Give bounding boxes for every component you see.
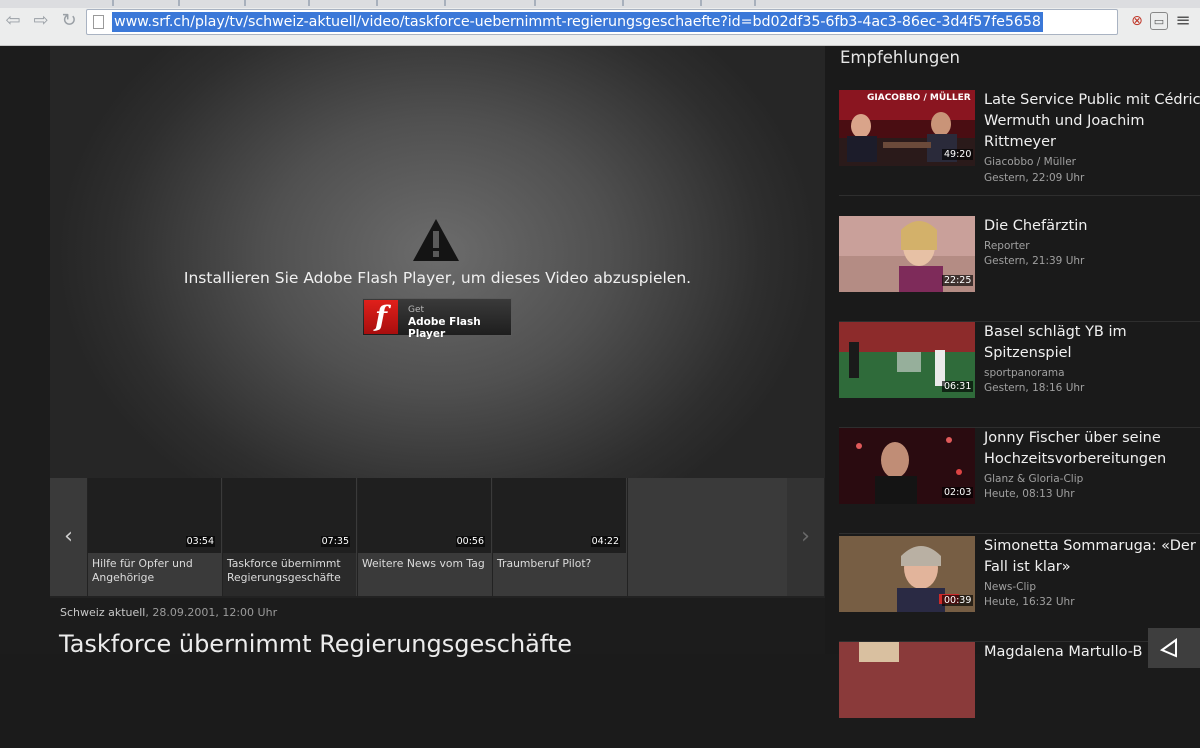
- video-date: , 28.09.2001, 12:00 Uhr: [145, 606, 278, 619]
- recommendation-title: Basel schlägt YB im Spitzenspiel: [984, 322, 1200, 364]
- recommendation-item[interactable]: Magdalena Martullo-B: [839, 642, 1200, 748]
- duration-badge: 00:56: [455, 536, 485, 547]
- duration-badge: 22:25: [942, 275, 974, 286]
- title-line: Basel schlägt YB im: [984, 324, 1127, 340]
- flash-get-label: Get: [408, 305, 425, 315]
- carousel-item-title: Traumberuf Pilot?: [493, 553, 626, 596]
- duration-badge: 49:20: [942, 149, 974, 160]
- recommendation-time: Gestern, 21:39 Uhr: [984, 255, 1085, 267]
- extension-icon[interactable]: ▭: [1150, 12, 1168, 30]
- tab-edge[interactable]: [244, 0, 246, 6]
- title-line: Late Service Public mit Cédric: [984, 92, 1200, 108]
- title-line: Hochzeitsvorbereitungen: [984, 451, 1167, 467]
- warning-icon: [413, 219, 459, 261]
- title-line: Die Chefärztin: [984, 218, 1088, 234]
- address-bar[interactable]: www.srf.ch/play/tv/schweiz-aktuell/video…: [86, 9, 1118, 35]
- flash-name-label: Adobe Flash Player: [408, 316, 481, 340]
- flash-logo-icon: f: [364, 300, 398, 334]
- video-meta: Schweiz aktuell, 28.09.2001, 12:00 Uhr: [60, 606, 277, 619]
- carousel-next-button[interactable]: ›: [787, 478, 824, 596]
- recommendation-item[interactable]: 00:39 Simonetta Sommaruga: «Der Fall ist…: [839, 536, 1200, 642]
- carousel-item[interactable]: 04:22 Traumberuf Pilot?: [493, 478, 627, 596]
- duration-badge: 00:39: [942, 595, 974, 606]
- reload-icon[interactable]: ↻: [58, 10, 80, 32]
- tab-edge[interactable]: [622, 0, 624, 6]
- get-flash-button[interactable]: f Get Adobe Flash Player: [362, 298, 512, 340]
- recommendation-title: Late Service Public mit Cédric Wermuth u…: [984, 90, 1200, 153]
- duration-badge: 02:03: [942, 487, 974, 498]
- recommendations-sidebar: Empfehlungen GIACOBBO / MÜLLER 49:20 Lat: [825, 46, 1200, 718]
- thumb-overlay-text: GIACOBBO / MÜLLER: [867, 93, 971, 103]
- share-button[interactable]: [1148, 628, 1200, 668]
- recommendation-show: Glanz & Gloria-Clip: [984, 473, 1084, 485]
- tab-edge[interactable]: [376, 0, 378, 6]
- title-line: Jonny Fischer über seine: [984, 430, 1161, 446]
- recommendation-item[interactable]: 06:31 Basel schlägt YB im Spitzenspiel s…: [839, 322, 1200, 428]
- page: Installieren Sie Adobe Flash Player, um …: [0, 46, 1200, 718]
- carousel-item[interactable]: 03:54 Hilfe für Opfer und Angehörige: [88, 478, 222, 596]
- recommendation-show: sportpanorama: [984, 367, 1065, 379]
- recommendation-show: News-Clip: [984, 581, 1036, 593]
- back-icon[interactable]: ⇦: [2, 10, 24, 32]
- carousel-item[interactable]: 00:56 Weitere News vom Tag: [358, 478, 492, 596]
- carousel-prev-button[interactable]: ‹: [50, 478, 87, 596]
- recommendation-item[interactable]: 02:03 Jonny Fischer über seine Hochzeits…: [839, 428, 1200, 534]
- recommendation-thumb: [839, 642, 975, 718]
- sidebar-heading: Empfehlungen: [840, 48, 960, 67]
- recommendation-title: Jonny Fischer über seine Hochzeitsvorber…: [984, 428, 1200, 470]
- title-line: Simonetta Sommaruga: «Der: [984, 538, 1196, 554]
- share-icon: [1159, 638, 1177, 658]
- recommendation-time: Gestern, 22:09 Uhr: [984, 172, 1085, 184]
- related-carousel: ‹ 03:54 Hilfe für Opfer und Angehörige 0…: [50, 478, 825, 598]
- url-text[interactable]: www.srf.ch/play/tv/schweiz-aktuell/video…: [112, 12, 1043, 32]
- recommendation-show: Reporter: [984, 240, 1030, 252]
- title-line: Fall ist klar»: [984, 559, 1071, 575]
- tab-edge[interactable]: [534, 0, 536, 6]
- carousel-item-active[interactable]: 07:35 Taskforce übernimmt Regierungsgesc…: [223, 478, 357, 596]
- show-link[interactable]: Schweiz aktuell: [60, 606, 145, 619]
- recommendation-time: Heute, 08:13 Uhr: [984, 488, 1075, 500]
- recommendation-time: Heute, 16:32 Uhr: [984, 596, 1075, 608]
- video-player[interactable]: Installieren Sie Adobe Flash Player, um …: [50, 46, 825, 478]
- flash-message: Installieren Sie Adobe Flash Player, um …: [183, 269, 692, 287]
- menu-icon[interactable]: ≡: [1174, 12, 1192, 30]
- tab-edge[interactable]: [700, 0, 702, 6]
- blocked-content-icon[interactable]: ⊗: [1128, 12, 1146, 30]
- page-icon: [93, 15, 104, 29]
- carousel-item-title: Hilfe für Opfer und Angehörige: [88, 553, 221, 596]
- recommendation-item[interactable]: 22:25 Die Chefärztin Reporter Gestern, 2…: [839, 216, 1200, 322]
- carousel-item-title: Taskforce übernimmt Regierungsgeschäfte: [223, 553, 356, 596]
- duration-badge: 06:31: [942, 381, 974, 392]
- recommendation-item[interactable]: GIACOBBO / MÜLLER 49:20 Late Service Pub…: [839, 90, 1200, 196]
- carousel-item-title: Weitere News vom Tag: [358, 553, 491, 596]
- forward-icon[interactable]: ⇨: [30, 10, 52, 32]
- browser-toolbar: ⇦ ⇨ ↻ www.srf.ch/play/tv/schweiz-aktuell…: [0, 0, 1200, 46]
- tab-edge[interactable]: [444, 0, 446, 6]
- recommendation-title: Simonetta Sommaruga: «Der Fall ist klar»: [984, 536, 1200, 578]
- duration-badge: 07:35: [320, 536, 350, 547]
- duration-badge: 03:54: [185, 536, 215, 547]
- recommendation-title: Die Chefärztin: [984, 216, 1200, 237]
- carousel-empty-slot: [628, 478, 787, 596]
- duration-badge: 04:22: [590, 536, 620, 547]
- tab-strip: [0, 0, 1200, 8]
- tab-edge[interactable]: [308, 0, 310, 6]
- recommendation-show: Giacobbo / Müller: [984, 156, 1076, 168]
- title-line: Wermuth und Joachim: [984, 113, 1145, 129]
- tab-edge[interactable]: [754, 0, 756, 6]
- tab-edge[interactable]: [178, 0, 180, 6]
- title-line: Rittmeyer: [984, 134, 1056, 150]
- title-line: Spitzenspiel: [984, 345, 1072, 361]
- recommendation-time: Gestern, 18:16 Uhr: [984, 382, 1085, 394]
- tab-edge[interactable]: [112, 0, 114, 6]
